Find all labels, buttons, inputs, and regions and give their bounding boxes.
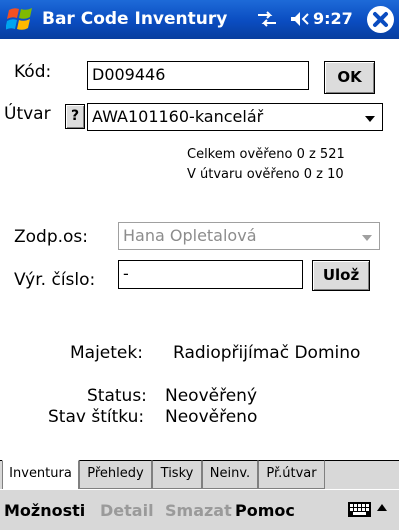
- speaker-icon[interactable]: [290, 10, 310, 28]
- connectivity-icon[interactable]: [256, 9, 278, 29]
- menu-bar: Možnosti Detail Smazat Pomoc: [0, 489, 399, 530]
- keyboard-icon[interactable]: [347, 500, 372, 520]
- kod-label: Kód:: [14, 62, 52, 82]
- utvar-select-value: AWA101160-kancelář: [92, 107, 264, 126]
- chevron-down-icon: [362, 235, 372, 241]
- close-icon[interactable]: [367, 6, 394, 33]
- app-title: Bar Code Inventury: [42, 9, 228, 29]
- unit-verified-text: V útvaru ověřeno 0 z 10: [187, 167, 344, 182]
- clock[interactable]: 9:27: [313, 9, 353, 28]
- kod-input[interactable]: D009446: [87, 61, 309, 90]
- up-arrow-icon[interactable]: [377, 504, 387, 511]
- chevron-down-icon: [365, 116, 375, 122]
- tab-strip: Inventura Přehledy Tisky Neinv. Př.útvar: [0, 460, 399, 490]
- save-button[interactable]: Ulož: [312, 260, 370, 291]
- utvar-label: Útvar: [4, 104, 51, 124]
- ok-button[interactable]: OK: [324, 61, 375, 94]
- tab-prutvar[interactable]: Př.útvar: [258, 460, 325, 489]
- title-bar: Bar Code Inventury 9:27: [0, 0, 399, 39]
- tab-inventura[interactable]: Inventura: [2, 460, 79, 490]
- status-value: Neověřený: [165, 386, 258, 406]
- utvar-help-button[interactable]: ?: [65, 104, 85, 129]
- menu-pomoc[interactable]: Pomoc: [235, 501, 295, 520]
- stav-stitku-label: Stav štítku:: [48, 407, 145, 427]
- tab-prehledy[interactable]: Přehledy: [79, 460, 152, 489]
- vyr-cislo-input[interactable]: -: [118, 260, 303, 289]
- majetek-label: Majetek:: [70, 343, 143, 363]
- majetek-value: Radiopřijímač Domino: [173, 343, 361, 363]
- tab-neinv[interactable]: Neinv.: [202, 460, 258, 489]
- verification-counts: Celkem ověřeno 0 z 521 V útvaru ověřeno …: [187, 145, 345, 185]
- zodp-label: Zodp.os:: [14, 227, 89, 247]
- total-verified-text: Celkem ověřeno 0 z 521: [187, 147, 345, 162]
- utvar-select[interactable]: AWA101160-kancelář: [87, 103, 383, 131]
- menu-detail: Detail: [100, 501, 154, 520]
- status-label: Status:: [87, 386, 147, 406]
- windows-flag-icon[interactable]: [6, 5, 36, 33]
- menu-smazat: Smazat: [165, 501, 232, 520]
- stav-stitku-value: Neověřeno: [165, 407, 258, 427]
- vyr-cislo-label: Výr. číslo:: [14, 270, 96, 290]
- zodp-select: Hana Opletalová: [118, 222, 380, 250]
- menu-moznosti[interactable]: Možnosti: [4, 501, 85, 520]
- zodp-select-value: Hana Opletalová: [123, 226, 257, 245]
- tab-tisky[interactable]: Tisky: [152, 460, 202, 489]
